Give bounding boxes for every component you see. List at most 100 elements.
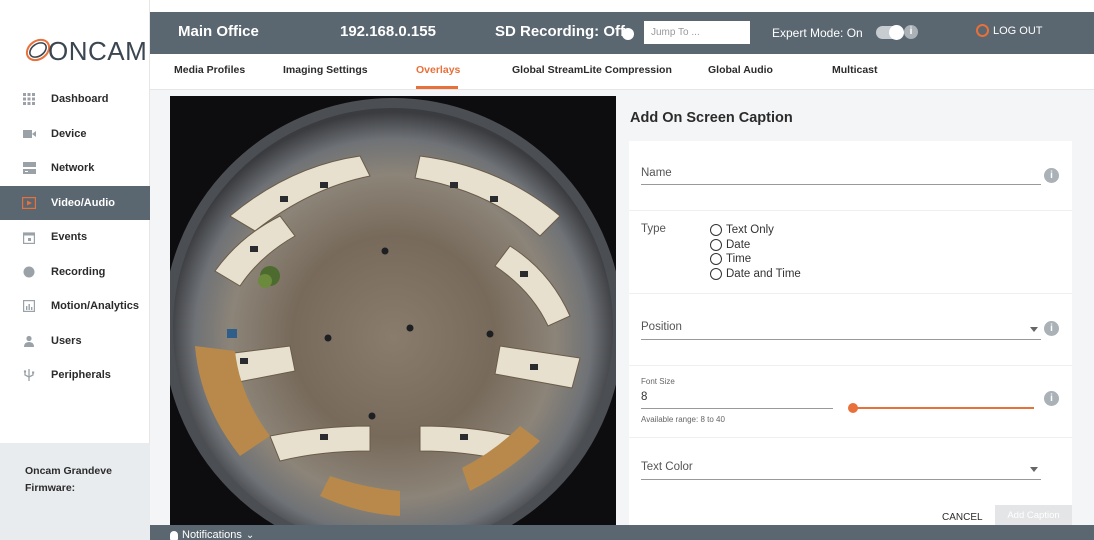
chevron-down-icon[interactable]: [1030, 467, 1038, 472]
logout-button[interactable]: LOG OUT: [976, 24, 1043, 37]
tab-imaging-settings[interactable]: Imaging Settings: [283, 64, 368, 76]
tab-global-audio[interactable]: Global Audio: [708, 64, 773, 76]
name-underline: [641, 184, 1041, 185]
sd-recording-status: SD Recording: Off: [495, 23, 625, 40]
sidebar-item-label: Device: [51, 127, 87, 140]
chevron-down-icon[interactable]: [1030, 327, 1038, 332]
radio-label: Text Only: [726, 224, 774, 237]
firmware-label: Firmware:: [25, 482, 76, 494]
sidebar-item-label: Peripherals: [51, 369, 111, 382]
tab-global-streamlite-compression[interactable]: Global StreamLite Compression: [512, 64, 672, 76]
radio-date[interactable]: Date: [710, 238, 801, 253]
sidebar-item-label: Video/Audio: [51, 196, 115, 209]
tab-overlays[interactable]: Overlays: [416, 64, 460, 76]
app-root: ONCAM Dashboard Device Network Video/Aud…: [0, 0, 1094, 540]
type-label: Type: [641, 223, 666, 235]
radio-circle-icon: [710, 267, 722, 280]
sidebar-item-network[interactable]: Network: [0, 151, 150, 186]
name-info-icon[interactable]: i: [1044, 168, 1059, 183]
position-info-icon[interactable]: i: [1044, 321, 1059, 336]
sidebar-item-label: Dashboard: [51, 93, 109, 106]
font-size-info-icon[interactable]: i: [1044, 391, 1059, 406]
fisheye-video-preview[interactable]: [170, 96, 616, 526]
sidebar-item-label: Recording: [51, 265, 106, 278]
position-underline: [641, 339, 1041, 340]
name-section: Name i: [629, 141, 1072, 211]
sidebar-nav: Dashboard Device Network Video/Audio Eve…: [0, 82, 150, 393]
radio-label: Date: [726, 238, 751, 251]
font-size-slider-handle[interactable]: [848, 403, 858, 413]
usb-icon: [22, 368, 36, 382]
video-icon: [22, 196, 36, 210]
power-icon: [976, 24, 989, 37]
tab-bar: Media Profiles Imaging Settings Overlays…: [150, 54, 1094, 90]
radio-circle-icon: [710, 253, 722, 266]
info-icon[interactable]: i: [904, 25, 918, 39]
tab-media-profiles[interactable]: Media Profiles: [174, 64, 245, 76]
grid-icon: [22, 92, 36, 106]
font-size-range-hint: Available range: 8 to 40: [641, 415, 725, 424]
device-ip: 192.168.0.155: [340, 23, 436, 40]
active-tab-indicator: [416, 86, 458, 89]
tab-multicast[interactable]: Multicast: [832, 64, 878, 76]
font-size-section: Font Size 8 Available range: 8 to 40 i: [629, 366, 1072, 438]
position-section: Position i: [629, 294, 1072, 366]
calendar-icon: [22, 230, 36, 244]
radio-time[interactable]: Time: [710, 252, 801, 267]
add-caption-button[interactable]: Add Caption: [995, 505, 1072, 527]
name-field[interactable]: Name: [641, 167, 672, 179]
firmware-info: Oncam Grandeve Firmware:: [0, 443, 150, 540]
oncam-logo: ONCAM: [18, 28, 147, 68]
sd-status-dot-icon: [622, 28, 634, 40]
bell-icon: [170, 530, 178, 540]
sidebar-item-label: Motion/Analytics: [51, 300, 140, 313]
sidebar-item-device[interactable]: Device: [0, 117, 150, 152]
sidebar-item-label: Network: [51, 162, 95, 175]
location-title: Main Office: [178, 23, 259, 40]
record-dot-icon: [22, 265, 36, 279]
logo-text: ONCAM: [48, 36, 148, 66]
sidebar: ONCAM Dashboard Device Network Video/Aud…: [0, 0, 150, 540]
font-size-underline: [641, 408, 833, 409]
notifications-toggle[interactable]: Notifications ⌄: [170, 529, 254, 540]
text-color-underline: [641, 479, 1041, 480]
notifications-label: Notifications: [182, 529, 242, 540]
font-size-input[interactable]: 8: [641, 391, 647, 403]
server-icon: [22, 161, 36, 175]
radio-circle-icon: [710, 238, 722, 251]
sidebar-item-motion-analytics[interactable]: Motion/Analytics: [0, 289, 150, 324]
sidebar-item-label: Events: [51, 231, 88, 244]
bar-chart-icon: [22, 299, 36, 313]
jump-to-input[interactable]: [644, 21, 750, 44]
device-model: Oncam Grandeve: [25, 465, 112, 477]
sidebar-item-users[interactable]: Users: [0, 324, 150, 359]
position-select[interactable]: Position: [641, 321, 682, 333]
sidebar-item-label: Users: [51, 334, 82, 347]
radio-label: Date and Time: [726, 267, 801, 280]
sidebar-item-video-audio[interactable]: Video/Audio: [0, 185, 150, 220]
font-size-slider-track[interactable]: [849, 407, 1034, 409]
type-section: Type Text Only Date Time Date and Time: [629, 211, 1072, 294]
camera-icon: [22, 127, 36, 141]
fisheye-office-image: [170, 96, 616, 526]
caption-form: Name i Type Text Only Date Time Date and…: [629, 141, 1072, 525]
radio-date-and-time[interactable]: Date and Time: [710, 267, 801, 282]
expert-mode-label: Expert Mode: On: [772, 26, 863, 40]
sidebar-item-recording[interactable]: Recording: [0, 255, 150, 290]
chevron-down-icon: ⌄: [245, 529, 255, 540]
text-color-section: Text Color: [629, 438, 1072, 508]
toggle-knob: [889, 25, 904, 40]
expert-mode-toggle[interactable]: [876, 25, 904, 40]
notifications-bar: Notifications ⌄: [150, 525, 1094, 540]
type-radio-group: Text Only Date Time Date and Time: [710, 223, 801, 281]
font-size-label: Font Size: [641, 377, 675, 386]
sidebar-item-dashboard[interactable]: Dashboard: [0, 82, 150, 117]
radio-label: Time: [726, 253, 752, 266]
radio-text-only[interactable]: Text Only: [710, 223, 801, 238]
top-bar: Main Office 192.168.0.155 SD Recording: …: [150, 12, 1094, 54]
sidebar-item-events[interactable]: Events: [0, 220, 150, 255]
user-icon: [22, 334, 36, 348]
text-color-select[interactable]: Text Color: [641, 461, 693, 473]
panel-title: Add On Screen Caption: [630, 110, 793, 126]
sidebar-item-peripherals[interactable]: Peripherals: [0, 358, 150, 393]
